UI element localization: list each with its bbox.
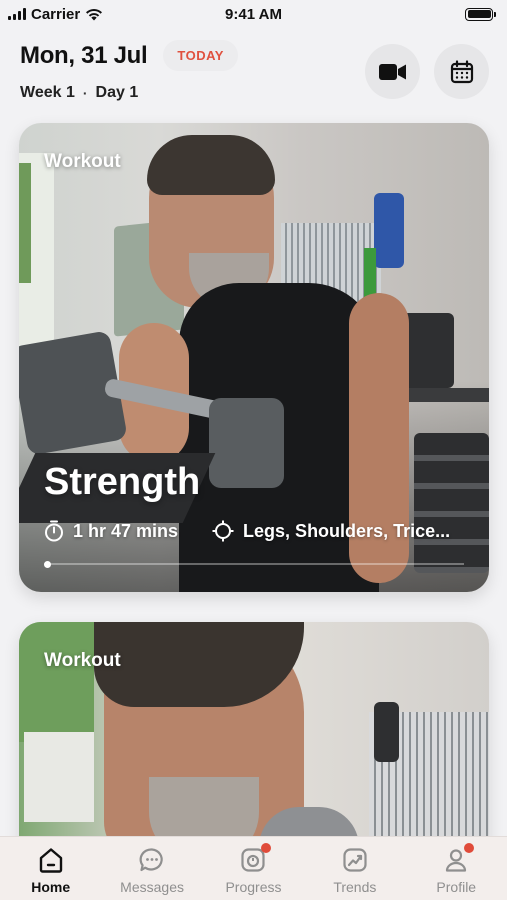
calendar-button[interactable] [434, 44, 489, 99]
progress-icon [238, 843, 272, 875]
card-category: Workout [44, 151, 121, 172]
status-bar: Carrier 9:41 AM [0, 0, 507, 28]
tab-messages[interactable]: Messages [107, 845, 197, 895]
notification-dot [464, 843, 475, 853]
calendar-icon [450, 59, 473, 83]
workout-progress [44, 560, 464, 568]
video-button[interactable] [365, 44, 420, 99]
stopwatch-icon [45, 520, 63, 542]
notification-dot [261, 843, 272, 853]
video-camera-icon [378, 63, 406, 80]
card-meta: 1 hr 47 mins Legs, Shoulders, Trice... [44, 520, 469, 542]
carrier-label: Carrier [31, 5, 81, 23]
tab-label: Profile [436, 879, 477, 895]
day-header: Mon, 31 Jul TODAY Week 1 · Day 1 [20, 40, 489, 105]
tab-bar: Home Messages Progress Trends Profile [0, 836, 507, 900]
day-label: Day 1 [95, 84, 139, 101]
tab-profile[interactable]: Profile [411, 843, 501, 895]
tab-label: Trends [333, 879, 377, 895]
separator: · [82, 85, 88, 101]
workout-duration: 1 hr 47 mins [73, 520, 179, 541]
week-label: Week 1 [20, 84, 75, 101]
progress-indicator [44, 560, 51, 568]
card-title: Strength [44, 461, 201, 503]
tab-trends[interactable]: Trends [310, 845, 400, 895]
tab-label: Home [31, 879, 71, 895]
date-title: Mon, 31 Jul [20, 41, 148, 69]
signal-icon [8, 8, 26, 20]
wifi-icon [85, 8, 103, 21]
battery-icon [465, 7, 496, 21]
workout-focus: Legs, Shoulders, Trice... [243, 520, 451, 541]
home-icon [36, 845, 66, 875]
profile-icon [441, 843, 475, 875]
tab-label: Progress [225, 879, 282, 895]
target-icon [212, 520, 234, 542]
workout-card-strength[interactable]: Workout Strength 1 hr 47 mins Legs, Shou… [19, 123, 489, 592]
trends-icon [340, 845, 370, 875]
tab-progress[interactable]: Progress [208, 843, 298, 895]
today-badge[interactable]: TODAY [163, 40, 238, 71]
tab-home[interactable]: Home [6, 845, 96, 895]
card-category: Workout [44, 650, 121, 671]
chat-icon [137, 845, 167, 875]
tab-label: Messages [120, 879, 184, 895]
workout-card-2[interactable]: Workout [19, 622, 489, 862]
